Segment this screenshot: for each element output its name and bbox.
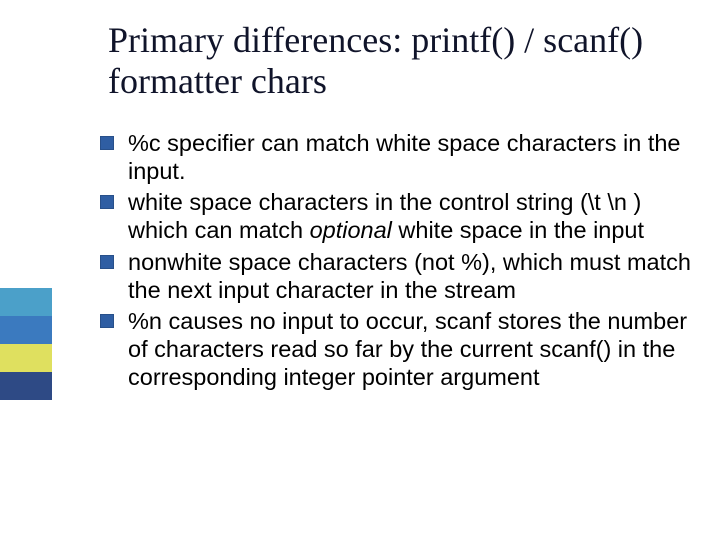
list-item-text: white space characters in the control st… bbox=[128, 189, 700, 244]
list-item-text: %c specifier can match white space chara… bbox=[128, 130, 700, 185]
list-item: %c specifier can match white space chara… bbox=[100, 130, 700, 185]
stripe bbox=[0, 344, 52, 372]
stripe bbox=[0, 372, 52, 400]
list-item-text: %n causes no input to occur, scanf store… bbox=[128, 308, 700, 391]
text-segment: optional bbox=[310, 217, 392, 243]
text-segment: %n causes no input to occur, scanf store… bbox=[128, 308, 687, 389]
sidebar-accent bbox=[0, 288, 52, 400]
square-bullet-icon bbox=[100, 195, 114, 209]
list-item: %n causes no input to occur, scanf store… bbox=[100, 308, 700, 391]
slide-title: Primary differences: printf() / scanf() … bbox=[108, 20, 688, 103]
square-bullet-icon bbox=[100, 314, 114, 328]
stripe bbox=[0, 288, 52, 316]
text-segment: %c specifier can match white space chara… bbox=[128, 130, 681, 184]
text-segment: nonwhite space characters (not %), which… bbox=[128, 249, 691, 303]
list-item-text: nonwhite space characters (not %), which… bbox=[128, 249, 700, 304]
list-item: nonwhite space characters (not %), which… bbox=[100, 249, 700, 304]
slide: Primary differences: printf() / scanf() … bbox=[0, 0, 720, 540]
stripe bbox=[0, 316, 52, 344]
square-bullet-icon bbox=[100, 136, 114, 150]
list-item: white space characters in the control st… bbox=[100, 189, 700, 244]
text-segment: white space in the input bbox=[392, 217, 644, 243]
square-bullet-icon bbox=[100, 255, 114, 269]
bullet-list: %c specifier can match white space chara… bbox=[100, 130, 700, 395]
